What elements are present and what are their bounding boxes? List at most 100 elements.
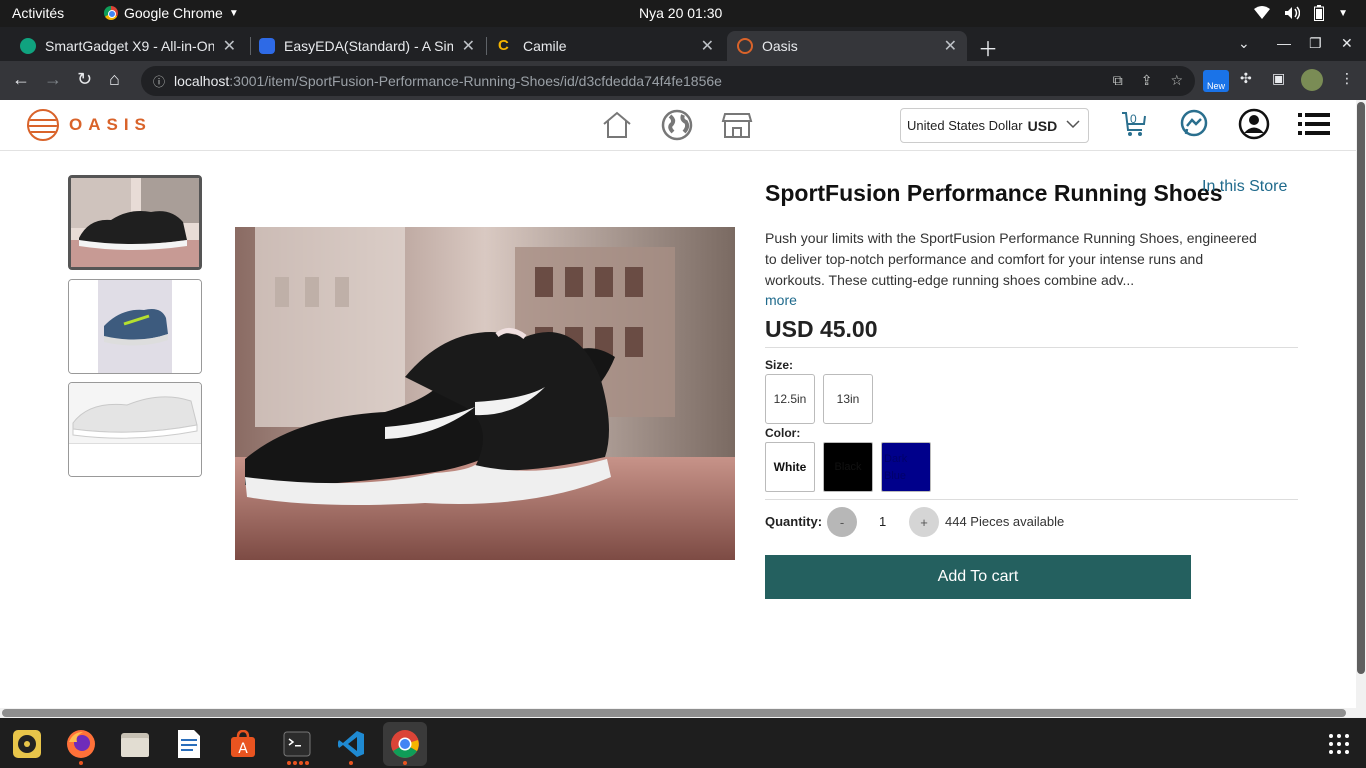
size-label: Size: [765, 358, 794, 372]
new-tab-button[interactable]: ＋ [978, 33, 998, 62]
shoe-thumbnail-image [69, 383, 201, 476]
close-tab-icon[interactable]: ✕ [223, 36, 236, 56]
quantity-label: Quantity: [765, 514, 823, 529]
rhythmbox-icon [13, 730, 41, 758]
tab-oasis[interactable]: Oasis ✕ [727, 31, 967, 61]
activities-button[interactable]: Activités [12, 5, 64, 21]
color-label: Color: [765, 426, 801, 440]
in-this-store-link[interactable]: In this Store [1202, 178, 1287, 196]
bookmark-star-icon[interactable]: ☆ [1170, 72, 1183, 89]
system-tray[interactable]: ▼ [1254, 5, 1348, 21]
size-option[interactable]: 13in [823, 374, 873, 424]
thumbnail-black-shoe[interactable] [68, 175, 202, 270]
globe-icon[interactable] [661, 109, 693, 141]
tab-search-icon[interactable]: ⌄ [1238, 35, 1250, 52]
quantity-value[interactable]: 1 [879, 514, 886, 529]
dock-show-applications[interactable] [1317, 722, 1361, 766]
share-icon[interactable]: ⇪ [1141, 72, 1153, 89]
size-option[interactable]: 12.5in [765, 374, 815, 424]
color-swatch-dark-blue[interactable]: Dark Blue [881, 442, 931, 492]
dock-vscode[interactable] [329, 722, 373, 766]
availability-text: 444 Pieces available [945, 514, 1065, 529]
svg-text:A: A [238, 741, 248, 757]
dock-chrome[interactable] [383, 722, 427, 766]
files-folder-icon [121, 733, 149, 757]
quantity-decrement-button[interactable]: - [827, 507, 857, 537]
shoe-thumbnail-image [69, 280, 201, 373]
vscode-icon [338, 731, 364, 757]
dock-firefox[interactable] [59, 722, 103, 766]
cart-button[interactable]: 0 [1120, 110, 1148, 138]
more-link[interactable]: more [765, 292, 797, 308]
close-window-button[interactable]: ✕ [1341, 35, 1353, 52]
add-to-cart-button[interactable]: Add To cart [765, 555, 1191, 599]
messenger-icon[interactable] [1178, 108, 1210, 140]
horizontal-scrollbar[interactable] [0, 708, 1366, 718]
product-price: USD 45.00 [765, 316, 878, 342]
extension-puzzle-icon[interactable]: ✣ [1240, 70, 1252, 87]
tab-smartgadget[interactable]: SmartGadget X9 - All-in-One ✕ [10, 31, 246, 61]
dock-rhythmbox[interactable] [5, 722, 49, 766]
reload-button[interactable]: ↻ [77, 69, 92, 90]
close-tab-icon[interactable]: ✕ [462, 36, 475, 56]
minimize-button[interactable]: — [1277, 35, 1291, 51]
chrome-menu-icon[interactable]: ⋮ [1340, 70, 1354, 87]
divider [765, 499, 1298, 500]
menu-list-icon[interactable] [1298, 108, 1330, 140]
product-title: SportFusion Performance Running Shoes [765, 180, 1223, 206]
close-tab-icon[interactable]: ✕ [701, 36, 714, 56]
black-running-shoe-photo [235, 227, 735, 560]
openai-favicon-icon [20, 38, 36, 54]
store-icon[interactable] [721, 109, 753, 141]
chrome-icon [104, 6, 118, 20]
system-menu-caret-icon: ▼ [1338, 7, 1348, 19]
open-in-app-icon[interactable]: ⧉ [1113, 72, 1123, 89]
vertical-scrollbar[interactable] [1356, 100, 1366, 708]
close-tab-icon[interactable]: ✕ [944, 36, 957, 56]
tab-easyeda[interactable]: EasyEDA(Standard) - A Simple ✕ [249, 31, 485, 61]
product-main-image[interactable] [235, 227, 735, 560]
oasis-favicon-icon [737, 38, 753, 54]
back-button[interactable]: ← [12, 69, 30, 90]
writer-document-icon [178, 730, 200, 758]
color-swatch-black[interactable]: Black [823, 442, 873, 492]
currency-name: United States Dollar [907, 118, 1023, 133]
profile-avatar[interactable] [1301, 69, 1323, 91]
quantity-increment-button[interactable]: + [909, 507, 939, 537]
dock-libreoffice-writer[interactable] [167, 722, 211, 766]
forward-button[interactable]: → [44, 69, 62, 90]
color-swatch-white[interactable]: White [765, 442, 815, 492]
wifi-icon [1254, 6, 1271, 19]
battery-icon [1314, 5, 1325, 21]
new-extension-badge[interactable]: New [1203, 70, 1229, 92]
clock[interactable]: Nya 20 01:30 [639, 5, 722, 21]
dock-software-center[interactable]: A [221, 722, 265, 766]
maximize-button[interactable]: ❐ [1309, 35, 1322, 52]
account-icon[interactable] [1238, 108, 1270, 140]
tab-camile[interactable]: C Camile ✕ [488, 31, 724, 61]
divider [765, 347, 1298, 348]
easyeda-favicon-icon [259, 38, 275, 54]
app-menu-label: Google Chrome [124, 5, 223, 21]
cart-count: 0 [1130, 112, 1137, 126]
dock-files[interactable] [113, 722, 157, 766]
software-bag-icon: A [231, 730, 255, 757]
site-header: OASIS United States Dollar USD 0 [0, 100, 1356, 151]
tab-strip: SmartGadget X9 - All-in-One ✕ EasyEDA(St… [0, 27, 1366, 61]
home-button[interactable]: ⌂ [109, 69, 120, 90]
site-info-icon[interactable]: ⓘ [153, 73, 165, 90]
home-icon[interactable] [601, 109, 633, 141]
terminal-icon [283, 731, 311, 757]
side-panel-icon[interactable]: ▣ [1272, 70, 1285, 87]
system-top-bar: Activités Google Chrome ▼ Nya 20 01:30 ▼ [0, 0, 1366, 27]
address-bar[interactable]: ⓘ localhost :3001/item/SportFusion-Perfo… [141, 66, 1195, 96]
oasis-logo-icon [27, 109, 59, 141]
chevron-down-icon [1066, 120, 1080, 129]
url-host: localhost [174, 73, 230, 89]
app-menu[interactable]: Google Chrome ▼ [104, 5, 239, 21]
thumbnail-white-shoe[interactable] [68, 382, 202, 477]
currency-select[interactable]: United States Dollar USD [900, 108, 1089, 143]
dock-terminal[interactable] [275, 722, 319, 766]
oasis-logo[interactable]: OASIS [27, 109, 152, 141]
thumbnail-blue-shoe[interactable] [68, 279, 202, 374]
